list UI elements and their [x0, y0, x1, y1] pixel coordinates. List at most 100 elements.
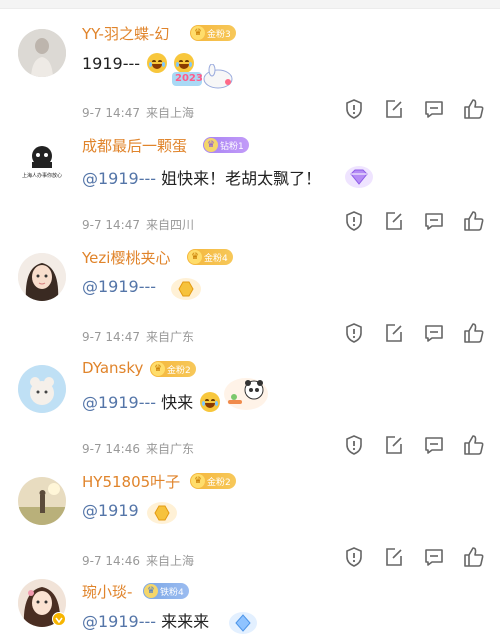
shield-exclamation-icon [346, 323, 362, 343]
username[interactable]: Yezi樱桃夹心 [82, 247, 170, 268]
timestamp: 9-7 14:47 [82, 106, 140, 120]
thumbs-up-icon [464, 99, 484, 119]
comment-item: Yezi樱桃夹心 ♛ 金粉4 @1919--- 9-7 14:47 来自广东 [0, 234, 500, 346]
share-edit-icon [386, 100, 402, 118]
username[interactable]: DYansky [82, 359, 143, 377]
username[interactable]: YY-羽之蝶-幻 [82, 23, 169, 44]
action-bar [343, 322, 488, 346]
top-divider [0, 0, 500, 9]
comment-bubble-icon [425, 325, 443, 342]
report-button[interactable] [343, 322, 365, 344]
shield-exclamation-icon [346, 435, 362, 455]
report-button[interactable] [343, 210, 365, 232]
sticker-2023-text: 2023 [175, 73, 203, 84]
blue-gift-icon [228, 610, 258, 634]
like-button[interactable] [463, 322, 485, 344]
gold-gift-icon [146, 500, 178, 526]
comment-meta: 9-7 14:46 来自广东 [82, 440, 200, 457]
comment-meta: 9-7 14:46 来自上海 [82, 552, 200, 569]
mention-link[interactable]: @1919--- [82, 169, 156, 188]
thumbs-up-icon [464, 435, 484, 455]
crown-icon: ♛ [144, 584, 158, 598]
report-button[interactable] [343, 98, 365, 120]
report-button[interactable] [343, 546, 365, 568]
mention-link[interactable]: @1919--- [82, 277, 156, 296]
avatar[interactable] [18, 253, 66, 301]
fan-badge[interactable]: ♛ 铁粉4 [143, 583, 189, 599]
comment-button[interactable] [423, 546, 445, 568]
location: 来自上海 [146, 554, 195, 568]
location: 来自上海 [146, 106, 195, 120]
thumbs-up-icon [464, 547, 484, 567]
comment-button[interactable] [423, 98, 445, 120]
comment-bubble-icon [425, 101, 443, 118]
gold-gift-icon [170, 276, 202, 302]
timestamp: 9-7 14:46 [82, 442, 140, 456]
comment-text: @1919--- 姐快来！老胡太飘了！ [82, 169, 322, 188]
verified-badge-icon [52, 612, 66, 626]
location: 来自广东 [146, 330, 195, 344]
shield-exclamation-icon [346, 211, 362, 231]
comment-button[interactable] [423, 210, 445, 232]
comment-button[interactable] [423, 434, 445, 456]
crown-icon: ♛ [191, 26, 205, 40]
crown-icon: ♛ [191, 474, 205, 488]
comment-text: @1919--- [82, 277, 156, 296]
repost-button[interactable] [383, 434, 405, 456]
laughing-emoji-icon [200, 392, 221, 412]
repost-button[interactable] [383, 98, 405, 120]
comment-text: @1919--- 来来来 [82, 612, 210, 631]
share-edit-icon [386, 212, 402, 230]
thumbs-up-icon [464, 211, 484, 231]
fan-badge[interactable]: ♛ 金粉3 [190, 25, 236, 41]
username[interactable]: 成都最后一颗蛋 [82, 135, 187, 156]
like-button[interactable] [463, 98, 485, 120]
avatar[interactable] [18, 29, 66, 77]
fan-badge[interactable]: ♛ 钻粉1 [203, 137, 249, 153]
comment-bubble-icon [425, 213, 443, 230]
comment-button[interactable] [423, 322, 445, 344]
comment-item: 上海人办事你放心 成都最后一颗蛋 ♛ 钻粉1 @1919--- 姐快来！老胡太飘了… [0, 122, 500, 234]
avatar[interactable] [18, 477, 66, 525]
avatar-caption: 上海人办事你放心 [21, 173, 62, 179]
timestamp: 9-7 14:47 [82, 330, 140, 344]
username[interactable]: HY51805叶子 [82, 471, 180, 492]
mention-link[interactable]: @1919--- [82, 612, 156, 631]
comment-item: HY51805叶子 ♛ 金粉2 @1919 9-7 14:46 来自上海 [0, 458, 500, 570]
comment-text: @1919--- 快来 [82, 389, 221, 413]
action-bar [343, 434, 488, 458]
shield-exclamation-icon [346, 99, 362, 119]
report-button[interactable] [343, 434, 365, 456]
like-button[interactable] [463, 210, 485, 232]
crown-icon: ♛ [151, 362, 165, 376]
comment-meta: 9-7 14:47 来自广东 [82, 328, 200, 345]
comment-meta: 9-7 14:47 来自上海 [82, 104, 200, 121]
fan-badge[interactable]: ♛ 金粉2 [190, 473, 236, 489]
fan-badge[interactable]: ♛ 金粉4 [187, 249, 233, 265]
repost-button[interactable] [383, 210, 405, 232]
repost-button[interactable] [383, 546, 405, 568]
sticker-2023: 2023 [170, 64, 236, 90]
like-button[interactable] [463, 434, 485, 456]
thumbs-up-icon [464, 323, 484, 343]
comment-item: DYansky ♛ 金粉2 @1919--- 快来 9-7 14:46 来自广东 [0, 346, 500, 458]
comment-meta: 9-7 14:47 来自四川 [82, 216, 200, 233]
avatar[interactable]: 上海人办事你放心 [18, 142, 66, 182]
like-button[interactable] [463, 546, 485, 568]
laughing-emoji-icon [147, 53, 168, 73]
action-bar [343, 210, 488, 234]
mention-link[interactable]: @1919 [82, 501, 139, 520]
comment-bubble-icon [425, 437, 443, 454]
share-edit-icon [386, 436, 402, 454]
shield-exclamation-icon [346, 547, 362, 567]
timestamp: 9-7 14:46 [82, 554, 140, 568]
repost-button[interactable] [383, 322, 405, 344]
mention-link[interactable]: @1919--- [82, 393, 156, 412]
crown-icon: ♛ [204, 138, 218, 152]
share-edit-icon [386, 324, 402, 342]
avatar[interactable] [18, 365, 66, 413]
timestamp: 9-7 14:47 [82, 218, 140, 232]
comment-item: YY-羽之蝶-幻 ♛ 金粉3 1919--- 2023 9-7 14:47 来自上海 [0, 10, 500, 122]
fan-badge[interactable]: ♛ 金粉2 [150, 361, 196, 377]
username[interactable]: 琬小琰- [82, 581, 132, 602]
